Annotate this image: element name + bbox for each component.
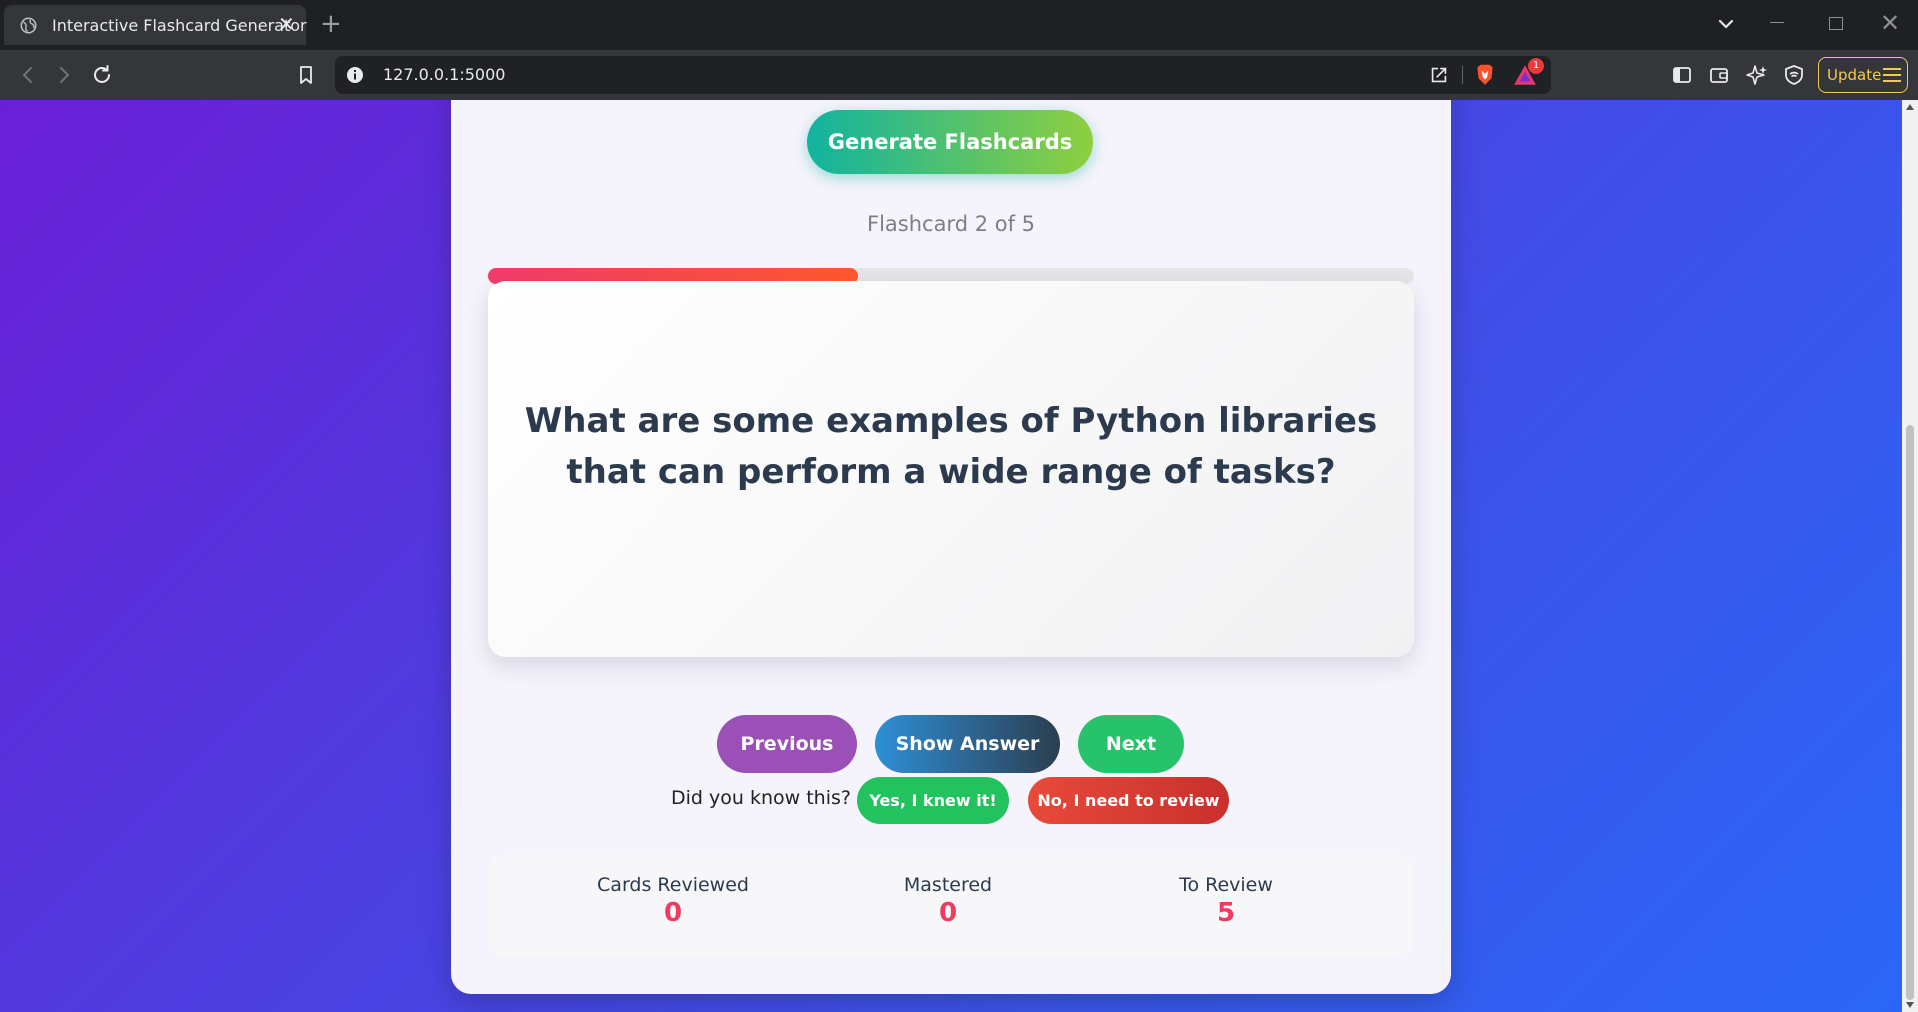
tab-title: Interactive Flashcard Generator <box>52 16 307 35</box>
flashcard-panel: Generate Flashcards Flashcard 2 of 5 Wha… <box>451 100 1451 994</box>
flashcard[interactable]: What are some examples of Python librari… <box>488 281 1414 657</box>
scroll-down-icon[interactable] <box>1906 1002 1914 1008</box>
maximize-icon[interactable] <box>1829 17 1843 30</box>
address-divider <box>1462 66 1463 84</box>
update-button[interactable]: Update <box>1818 57 1908 93</box>
menu-icon <box>1883 68 1901 82</box>
leo-ai-icon[interactable] <box>1745 63 1769 87</box>
browser-tab-bar: Interactive Flashcard Generator ✕ + ✕ <box>0 0 1918 50</box>
stat-mastered: Mastered 0 <box>838 874 1058 928</box>
browser-tab[interactable]: Interactive Flashcard Generator ✕ <box>4 5 307 45</box>
previous-button[interactable]: Previous <box>717 715 857 773</box>
stats-panel: Cards Reviewed 0 Mastered 0 To Review 5 <box>488 855 1414 955</box>
close-icon[interactable]: ✕ <box>278 13 295 35</box>
flashcard-counter: Flashcard 2 of 5 <box>866 212 1036 236</box>
stat-label: To Review <box>1179 874 1273 896</box>
scroll-up-icon[interactable] <box>1906 104 1914 110</box>
update-label: Update <box>1827 66 1882 84</box>
rewards-badge: 1 <box>1528 58 1544 74</box>
forward-icon[interactable] <box>52 63 76 87</box>
bookmark-icon[interactable] <box>294 63 318 87</box>
sidebar-icon[interactable] <box>1670 63 1694 87</box>
url-text[interactable]: 127.0.0.1:5000 <box>383 65 505 84</box>
minimize-icon[interactable] <box>1770 22 1784 23</box>
reload-icon[interactable] <box>90 63 114 87</box>
window-close-icon[interactable]: ✕ <box>1880 10 1900 36</box>
page-viewport: Generate Flashcards Flashcard 2 of 5 Wha… <box>0 100 1918 1012</box>
need-review-button[interactable]: No, I need to review <box>1028 777 1229 824</box>
stat-label: Cards Reviewed <box>597 874 749 896</box>
page-scrollbar[interactable] <box>1902 100 1918 1012</box>
flashcard-question: What are some examples of Python librari… <box>524 401 1378 492</box>
generate-flashcards-button[interactable]: Generate Flashcards <box>807 110 1093 174</box>
globe-icon <box>20 17 37 34</box>
feedback-prompt: Did you know this? <box>671 787 851 809</box>
scroll-thumb[interactable] <box>1906 425 1914 1000</box>
wallet-icon[interactable] <box>1707 63 1731 87</box>
browser-toolbar: 127.0.0.1:5000 1 Update <box>0 50 1918 100</box>
vpn-icon[interactable] <box>1782 63 1806 87</box>
back-icon[interactable] <box>16 63 40 87</box>
info-icon[interactable] <box>345 65 365 85</box>
chevron-down-icon[interactable] <box>1714 12 1738 36</box>
share-icon[interactable] <box>1428 64 1450 86</box>
stat-value: 0 <box>663 898 683 928</box>
address-bar[interactable]: 127.0.0.1:5000 1 <box>335 56 1551 94</box>
stat-to-review: To Review 5 <box>1116 874 1336 928</box>
knew-it-button[interactable]: Yes, I knew it! <box>857 777 1009 824</box>
stat-value: 0 <box>938 898 958 928</box>
new-tab-icon[interactable]: + <box>320 10 342 38</box>
show-answer-button[interactable]: Show Answer <box>875 715 1060 773</box>
brave-shield-icon[interactable] <box>1472 62 1498 88</box>
stat-cards-reviewed: Cards Reviewed 0 <box>563 874 783 928</box>
next-button[interactable]: Next <box>1078 715 1184 773</box>
stat-value: 5 <box>1216 898 1236 928</box>
stat-label: Mastered <box>903 874 993 896</box>
